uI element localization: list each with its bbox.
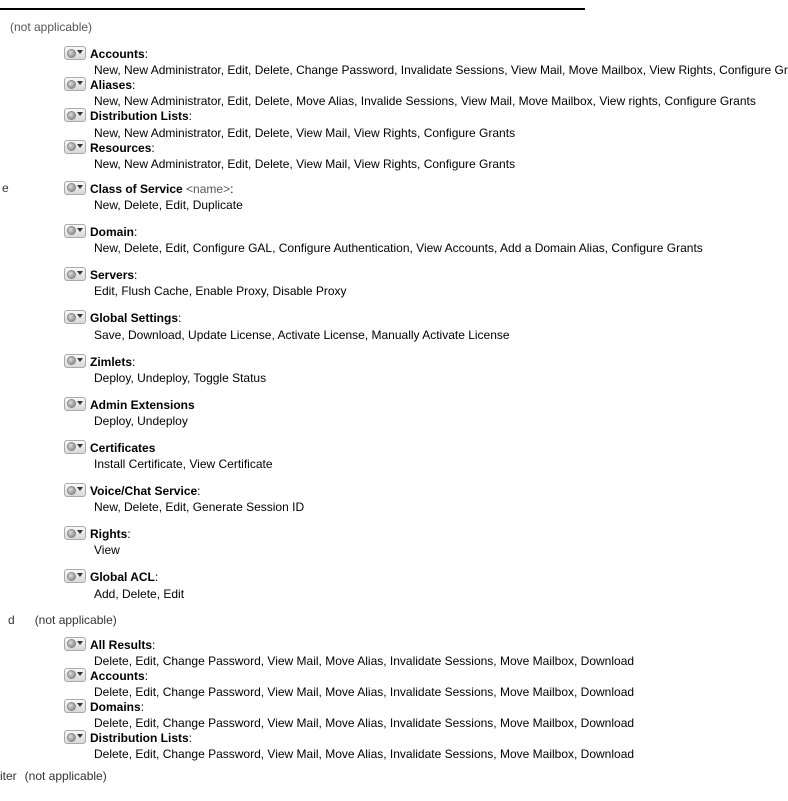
item-colon: : <box>145 669 148 683</box>
item-actions: New, Delete, Edit, Generate Session ID <box>64 500 788 514</box>
list-item: Admin Extensions <box>64 397 788 413</box>
item-actions: New, New Administrator, Edit, Delete, Ch… <box>64 63 788 77</box>
item-actions: View <box>64 543 788 557</box>
list-item: Resources: <box>64 140 788 156</box>
item-heading: Admin Extensions <box>90 398 195 412</box>
item-colon: : <box>127 527 130 541</box>
item-actions: Delete, Edit, Change Password, View Mail… <box>64 747 788 761</box>
dropdown-toggle[interactable] <box>64 77 86 91</box>
list-item: Domain: <box>64 224 788 240</box>
item-heading: Distribution Lists <box>90 731 189 745</box>
item-colon: : <box>134 225 137 239</box>
item-heading: Resources <box>90 141 151 155</box>
item-heading: Domains <box>90 700 141 714</box>
item-actions: Add, Delete, Edit <box>64 587 788 601</box>
item-colon: : <box>178 311 181 325</box>
item-heading: Distribution Lists <box>90 109 189 123</box>
list-item: Voice/Chat Service: <box>64 483 788 499</box>
item-colon: : <box>155 570 158 584</box>
side-letter-e: e <box>2 181 9 195</box>
item-heading: Aliases <box>90 78 132 92</box>
item-colon: : <box>145 47 148 61</box>
item-heading: Domain <box>90 225 134 239</box>
dropdown-toggle[interactable] <box>64 526 86 540</box>
dropdown-toggle[interactable] <box>64 699 86 713</box>
item-actions: Edit, Flush Cache, Enable Proxy, Disable… <box>64 284 788 298</box>
list-item: Domains: <box>64 699 788 715</box>
side-letter-d: d <box>8 613 15 627</box>
list-item: Servers: <box>64 267 788 283</box>
item-heading: Accounts <box>90 47 145 61</box>
item-colon: : <box>151 141 154 155</box>
item-colon: : <box>197 484 200 498</box>
item-heading: Zimlets <box>90 355 132 369</box>
item-actions: New, New Administrator, Edit, Delete, Vi… <box>64 126 788 140</box>
list-item: Class of Service <name>: <box>64 181 788 197</box>
list-item: Distribution Lists: <box>64 730 788 746</box>
item-colon: : <box>132 78 135 92</box>
list-item: All Results: <box>64 637 788 653</box>
item-colon: : <box>134 268 137 282</box>
dropdown-toggle[interactable] <box>64 181 86 195</box>
item-actions: Save, Download, Update License, Activate… <box>64 328 788 342</box>
dropdown-toggle[interactable] <box>64 397 86 411</box>
item-actions: New, New Administrator, Edit, Delete, Mo… <box>64 94 788 108</box>
dropdown-toggle[interactable] <box>64 354 86 368</box>
top-border <box>0 8 585 10</box>
item-actions: Deploy, Undeploy, Toggle Status <box>64 371 788 385</box>
list-item: Accounts: <box>64 46 788 62</box>
not-applicable-bottom: (not applicable) <box>25 769 107 783</box>
dropdown-toggle[interactable] <box>64 310 86 324</box>
item-heading: Rights <box>90 527 127 541</box>
item-heading: Global ACL <box>90 570 155 584</box>
list-item: Rights: <box>64 526 788 542</box>
not-applicable-mid: (not applicable) <box>35 613 117 627</box>
item-suffix: <name> <box>183 182 230 196</box>
item-actions: New, New Administrator, Edit, Delete, Vi… <box>64 157 788 171</box>
item-heading: Class of Service <box>90 182 183 196</box>
list-item: Accounts: <box>64 668 788 684</box>
item-actions: New, Delete, Edit, Configure GAL, Config… <box>64 241 788 255</box>
item-colon: : <box>189 109 192 123</box>
dropdown-toggle[interactable] <box>64 108 86 122</box>
item-heading: Certificates <box>90 441 155 455</box>
list-item: Global ACL: <box>64 569 788 585</box>
dropdown-toggle[interactable] <box>64 730 86 744</box>
item-actions: Delete, Edit, Change Password, View Mail… <box>64 685 788 699</box>
item-heading: Servers <box>90 268 134 282</box>
dropdown-toggle[interactable] <box>64 224 86 238</box>
item-colon: : <box>132 355 135 369</box>
dropdown-toggle[interactable] <box>64 637 86 651</box>
dropdown-toggle[interactable] <box>64 668 86 682</box>
item-actions: Delete, Edit, Change Password, View Mail… <box>64 654 788 668</box>
not-applicable-top: (not applicable) <box>10 20 788 34</box>
item-heading: Accounts <box>90 669 145 683</box>
item-actions: New, Delete, Edit, Duplicate <box>64 198 788 212</box>
list-item: Global Settings: <box>64 310 788 326</box>
item-colon: : <box>152 638 155 652</box>
item-actions: Delete, Edit, Change Password, View Mail… <box>64 716 788 730</box>
dropdown-toggle[interactable] <box>64 483 86 497</box>
list-item: Certificates <box>64 440 788 456</box>
item-colon: : <box>189 731 192 745</box>
dropdown-toggle[interactable] <box>64 440 86 454</box>
list-item: Zimlets: <box>64 354 788 370</box>
item-heading: Global Settings <box>90 311 178 325</box>
item-heading: All Results <box>90 638 152 652</box>
dropdown-toggle[interactable] <box>64 46 86 60</box>
dropdown-toggle[interactable] <box>64 140 86 154</box>
item-actions: Deploy, Undeploy <box>64 414 788 428</box>
dropdown-toggle[interactable] <box>64 569 86 583</box>
bottom-fragment: iter <box>0 769 17 783</box>
item-colon: : <box>141 700 144 714</box>
list-item: Distribution Lists: <box>64 108 788 124</box>
item-colon: : <box>230 182 233 196</box>
dropdown-toggle[interactable] <box>64 267 86 281</box>
list-item: Aliases: <box>64 77 788 93</box>
item-heading: Voice/Chat Service <box>90 484 197 498</box>
item-actions: Install Certificate, View Certificate <box>64 457 788 471</box>
